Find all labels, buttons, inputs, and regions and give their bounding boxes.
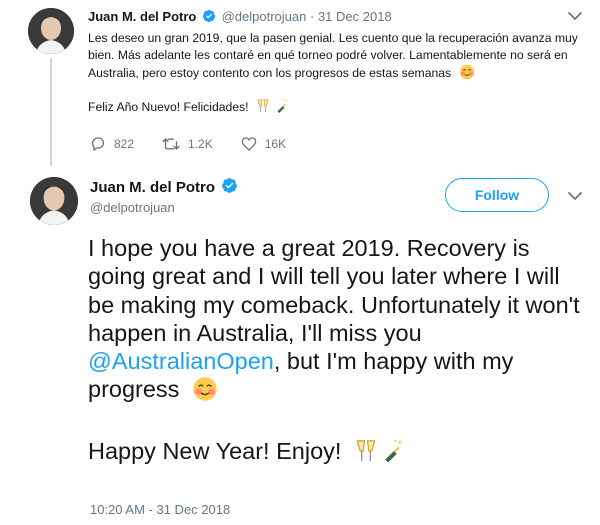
tweet-body: I hope you have a great 2019. Recovery i… [88,234,588,470]
author-name[interactable]: Juan M. del Potro [90,177,240,198]
smiling-face-emoji [459,64,475,85]
clinking-glasses-emoji [256,98,270,119]
header-separator: · [309,9,315,24]
tweet-text-paragraph-1: Les deseo un gran 2019, que la pasen gen… [88,31,578,81]
author-name[interactable]: Juan M. del Potro [88,9,196,24]
thread-parent-tweet[interactable]: Juan M. del Potro @delpotrojuan · 31 Dec… [0,0,600,166]
author-handle[interactable]: @delpotrojuan [90,200,175,215]
retweet-button[interactable]: 1.2K [162,136,213,152]
reply-count: 822 [114,137,135,151]
tweet-text-part-3: Happy New Year! Enjoy! [88,437,342,464]
tweet-timestamp[interactable]: 10:20 AM - 31 Dec 2018 [90,502,230,517]
like-button[interactable]: 16K [241,136,286,152]
avatar[interactable] [30,177,78,225]
author-name-text: Juan M. del Potro [90,179,216,196]
reply-button[interactable]: 822 [90,136,134,152]
clinking-glasses-emoji [354,438,378,470]
tweet-body: Les deseo un gran 2019, que la pasen gen… [88,30,578,119]
like-count: 16K [264,137,287,151]
follow-button[interactable]: Follow [445,178,549,212]
champagne-bottle-emoji [379,438,403,470]
chevron-down-icon[interactable] [567,10,583,22]
chevron-down-icon[interactable] [567,190,583,202]
tweet-text-part-1: I hope you have a great 2019. Recovery i… [88,235,580,346]
tweet-header: Juan M. del Potro @delpotrojuan · 31 Dec… [88,9,392,26]
tweet-date[interactable]: 31 Dec 2018 [318,9,392,24]
verified-badge-icon [221,177,238,198]
retweet-count: 1.2K [188,137,213,151]
avatar[interactable] [28,8,74,54]
heart-icon [241,137,257,151]
mention-link[interactable]: @AustralianOpen [88,348,274,374]
author-handle[interactable]: @delpotrojuan [222,9,307,24]
tweet-text-paragraph-2: Feliz Año Nuevo! Felicidades! [88,99,249,114]
thread-connector-line [50,58,52,166]
champagne-bottle-emoji [274,98,288,119]
tweet-actions: 822 1.2K 16K [90,135,314,153]
reply-icon [91,137,105,152]
retweet-icon [162,138,180,150]
verified-badge-icon [202,9,216,26]
smiling-face-emoji [192,376,218,408]
